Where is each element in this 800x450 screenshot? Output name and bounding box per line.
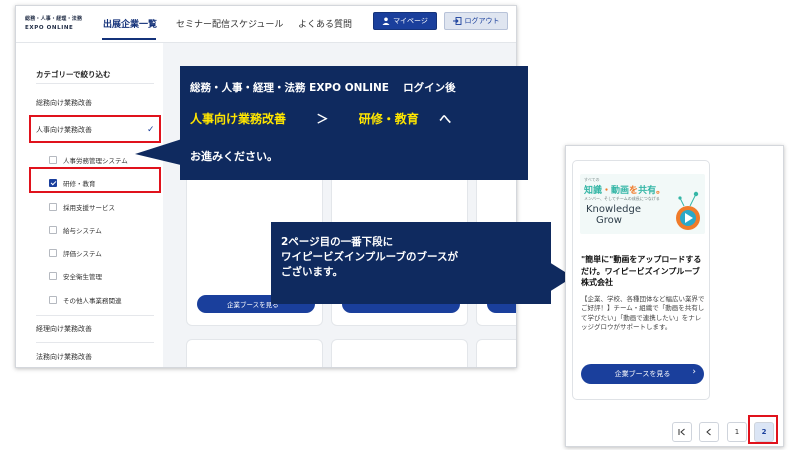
logo-line-1: 総務・人事・経理・法務 (25, 16, 83, 22)
sub-label: 評価システム (63, 250, 102, 258)
booth-button-label: 企業ブースを見る (614, 370, 671, 378)
callout-line-3: お進みください。 (190, 150, 278, 163)
checkbox[interactable] (49, 249, 57, 257)
card-title: "簡単に"動画をアップロードするだけ。ワイピービズインプルーブ株式会社 (581, 255, 702, 287)
logout-icon (452, 17, 461, 25)
highlight-training-subcategory (29, 167, 161, 193)
nav-seminar-schedule[interactable]: セミナー配信スケジュール (176, 17, 283, 30)
sub-payroll[interactable]: 給与システム (49, 225, 102, 235)
nav-active-underline (102, 38, 156, 40)
divider (36, 342, 154, 343)
stage: 総務・人事・経理・法務 EXPO ONLINE 出展企業一覧 セミナー配信スケジ… (0, 0, 800, 450)
nav-faq[interactable]: よくある質問 (298, 17, 352, 30)
prev-page-button[interactable] (699, 422, 719, 442)
site-logo[interactable]: 総務・人事・経理・法務 EXPO ONLINE (25, 15, 82, 32)
exhibitor-card (476, 339, 516, 367)
callout-line-1: 総務・人事・経理・法務 EXPO ONLINE ログイン後 (190, 82, 456, 94)
top-bar: 総務・人事・経理・法務 EXPO ONLINE 出展企業一覧 セミナー配信スケジ… (16, 6, 516, 43)
sub-label: 給与システム (63, 227, 102, 235)
banner-tagline: メンバー、そしてチームの成長につなげる (584, 196, 660, 201)
play-logo-icon (676, 191, 700, 230)
highlight-page-2 (748, 415, 778, 444)
sub-recruitment[interactable]: 採用支援サービス (49, 202, 115, 212)
callout-path: 人事向け業務改善 ＞ 研修・教育 へ (190, 110, 451, 127)
callout-line-3: ございます。 (281, 266, 343, 278)
callout-line-2: ワイピービズインプルーブのブースが (281, 251, 459, 263)
exhibitor-card-wipbiz: すべての 知識・動画を共有。 メンバー、そしてチームの成長につなげる Knowl… (572, 160, 710, 400)
mypage-label: マイページ (393, 17, 428, 25)
checkbox[interactable] (49, 226, 57, 234)
location-callout: 2ページ目の一番下段に ワイピービズインプルーブのブースが ございます。 (271, 222, 551, 304)
banner-headline: 知識・動画を共有。 (584, 186, 666, 196)
nav-exhibitors[interactable]: 出展企業一覧 (103, 17, 157, 30)
instruction-callout: 総務・人事・経理・法務 EXPO ONLINE ログイン後 人事向け業務改善 ＞… (180, 66, 528, 180)
logout-label: ログアウト (464, 17, 500, 25)
knowledge-grow-banner[interactable]: すべての 知識・動画を共有。 メンバー、そしてチームの成長につなげる Knowl… (580, 174, 705, 234)
category-legal[interactable]: 法務向け業務改善 (36, 352, 92, 362)
category-general-affairs[interactable]: 総務向け業務改善 (36, 98, 92, 108)
callout-subcategory: 研修・教育 (358, 112, 419, 126)
logout-button[interactable]: ログアウト (444, 12, 508, 30)
callout-text: 2ページ目の一番下段に ワイピービズインプルーブのブースが ございます。 (281, 235, 543, 280)
checkbox[interactable] (49, 203, 57, 211)
sub-label: 採用支援サービス (63, 204, 115, 212)
booth-button[interactable]: 企業ブースを見る › (581, 364, 704, 384)
checkbox[interactable] (49, 296, 57, 304)
page-1-button[interactable]: 1 (727, 422, 747, 442)
first-page-button[interactable] (672, 422, 692, 442)
sub-label: 人事労務管理システム (63, 157, 128, 165)
sub-label: 安全衛生管理 (63, 273, 102, 281)
chevron-right-icon: › (692, 367, 696, 377)
filter-title: カテゴリーで絞り込む (36, 70, 111, 79)
sub-label: その他人事業務関連 (63, 297, 122, 305)
mypage-button[interactable]: マイページ (373, 12, 437, 30)
sub-other-hr[interactable]: その他人事業務関連 (49, 295, 122, 305)
first-page-icon (678, 428, 685, 436)
checkbox[interactable] (49, 156, 57, 164)
brand-logo-text: Knowledge Grow (586, 204, 641, 226)
divider (36, 83, 154, 84)
logo-line-2: EXPO ONLINE (25, 25, 74, 31)
exhibitor-card (186, 339, 323, 367)
page2-screenshot: すべての 知識・動画を共有。 メンバー、そしてチームの成長につなげる Knowl… (565, 145, 784, 447)
sub-safety-health[interactable]: 安全衛生管理 (49, 271, 102, 281)
exhibitor-card (331, 339, 468, 367)
category-sidebar: カテゴリーで絞り込む 総務向け業務改善 人事向け業務改善 ✓ 人事労務管理システ… (16, 43, 163, 367)
checkbox[interactable] (49, 272, 57, 280)
callout-pointer (135, 138, 185, 166)
card-description: 【企業、学校、各種団体など幅広い業界でご好評！】チーム・組織で「動画を共有して学… (581, 295, 705, 331)
category-accounting[interactable]: 経理向け業務改善 (36, 324, 92, 334)
chevron-left-icon (706, 428, 711, 436)
divider (36, 315, 154, 316)
sub-hr-labor-system[interactable]: 人事労務管理システム (49, 155, 128, 165)
callout-suffix: へ (439, 112, 452, 126)
callout-category: 人事向け業務改善 (190, 112, 287, 126)
callout-line-1: 2ページ目の一番下段に (281, 236, 394, 248)
callout-separator: ＞ (316, 112, 329, 126)
user-icon (382, 17, 390, 25)
sub-evaluation[interactable]: 評価システム (49, 248, 102, 258)
